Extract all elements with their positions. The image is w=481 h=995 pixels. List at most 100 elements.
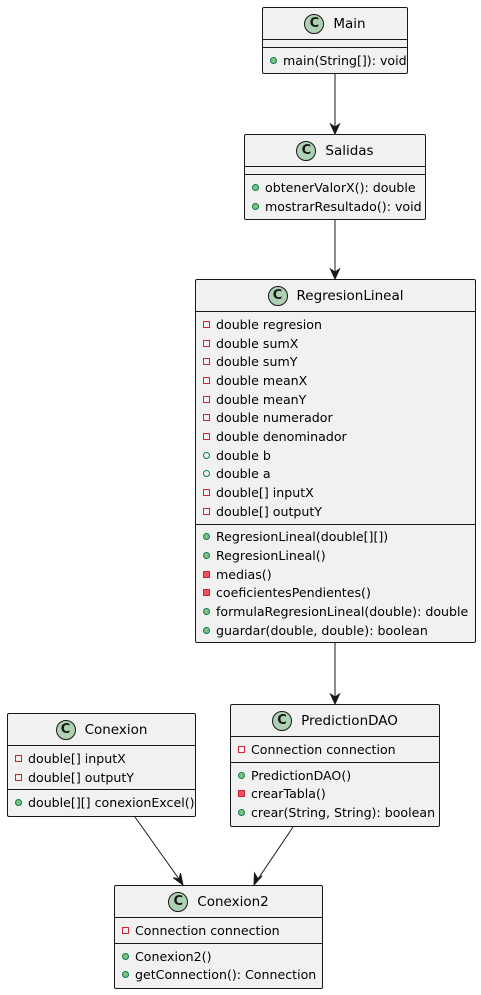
class-header: C Conexion	[8, 714, 195, 746]
private-field-icon	[203, 358, 210, 366]
attribute-text: double[] inputX	[28, 750, 126, 766]
class-regresion-lineal[interactable]: C RegresionLineal double regresion doubl…	[195, 279, 476, 643]
attribute-row: double[] outputY	[203, 502, 475, 521]
class-header: C Main	[263, 8, 407, 40]
method-row: mostrarResultado(): void	[252, 197, 425, 216]
private-method-icon	[203, 570, 210, 578]
class-name: Conexion	[84, 721, 148, 738]
public-field-icon	[203, 451, 210, 459]
attribute-text: double[] outputY	[28, 769, 134, 785]
attribute-row: Connection connection	[238, 740, 439, 759]
attribute-text: Connection connection	[135, 922, 280, 938]
class-salidas[interactable]: C Salidas obtenerValorX(): double mostra…	[244, 134, 426, 220]
attributes-section	[245, 167, 425, 175]
private-field-icon	[203, 320, 210, 328]
attribute-row: double[] inputX	[203, 483, 475, 502]
attribute-text: double sumY	[216, 354, 298, 370]
attribute-text: double meanY	[216, 391, 307, 407]
private-field-icon	[15, 773, 22, 781]
public-method-icon	[203, 608, 210, 616]
method-text: double[][] conexionExcel()	[28, 795, 195, 811]
method-text: PredictionDAO()	[251, 767, 352, 783]
attribute-text: double regresion	[216, 316, 322, 332]
method-row: obtenerValorX(): double	[252, 178, 425, 197]
method-row: guardar(double, double): boolean	[203, 621, 475, 640]
private-field-icon	[203, 432, 210, 440]
attributes-section: Connection connection	[115, 918, 322, 944]
public-method-icon	[203, 552, 210, 560]
method-text: getConnection(): Connection	[135, 967, 317, 983]
attribute-row: double sumX	[203, 334, 475, 353]
attribute-text: double[] inputX	[216, 485, 314, 501]
method-row: coeficientesPendientes()	[203, 584, 475, 603]
class-c-icon: C	[168, 891, 189, 912]
class-name: Salidas	[325, 142, 374, 159]
public-field-icon	[203, 470, 210, 478]
method-row: medias()	[203, 565, 475, 584]
private-field-icon	[122, 926, 129, 934]
private-field-icon	[203, 339, 210, 347]
methods-section: obtenerValorX(): double mostrarResultado…	[245, 175, 425, 218]
class-conexion2[interactable]: C Conexion2 Connection connection Conexi…	[114, 885, 323, 989]
method-text: main(String[]): void	[283, 52, 407, 68]
class-name: RegresionLineal	[296, 287, 404, 304]
class-name: Main	[333, 15, 366, 32]
class-c-icon: C	[296, 140, 317, 161]
arrowhead	[172, 872, 184, 887]
methods-section: main(String[]): void	[263, 48, 407, 73]
class-c-icon: C	[304, 13, 325, 34]
private-field-icon	[203, 395, 210, 403]
public-method-icon	[203, 533, 210, 541]
attributes-section: Connection connection	[231, 737, 439, 763]
private-field-icon	[203, 507, 210, 515]
private-method-icon	[238, 790, 245, 798]
class-c-icon: C	[267, 285, 288, 306]
method-text: mostrarResultado(): void	[265, 198, 422, 214]
attribute-text: double b	[216, 447, 271, 463]
attribute-text: double sumX	[216, 335, 299, 351]
class-main[interactable]: C Main main(String[]): void	[262, 7, 408, 74]
methods-section: Conexion2() getConnection(): Connection	[115, 944, 322, 987]
public-method-icon	[15, 799, 22, 807]
attribute-row: double a	[203, 465, 475, 484]
class-prediction-dao[interactable]: C PredictionDAO Connection connection Pr…	[230, 704, 440, 827]
class-c-icon: C	[272, 710, 293, 731]
relation-conexion-conexion2	[134, 816, 180, 880]
method-text: RegresionLineal(double[][])	[216, 529, 389, 545]
attribute-row: double regresion	[203, 315, 475, 334]
private-field-icon	[15, 754, 22, 762]
class-name: Conexion2	[197, 893, 269, 910]
method-text: guardar(double, double): boolean	[216, 622, 428, 638]
method-row: formulaRegresionLineal(double): double	[203, 602, 475, 621]
attribute-row: double denominador	[203, 427, 475, 446]
method-row: RegresionLineal()	[203, 546, 475, 565]
class-header: C RegresionLineal	[196, 280, 475, 312]
class-header: C Salidas	[245, 135, 425, 167]
method-row: PredictionDAO()	[238, 766, 439, 785]
methods-section: RegresionLineal(double[][]) RegresionLin…	[196, 525, 475, 643]
attributes-section	[263, 40, 407, 48]
method-row: getConnection(): Connection	[122, 965, 322, 984]
attribute-row: double[] inputX	[15, 749, 195, 768]
attribute-text: double meanX	[216, 372, 308, 388]
class-conexion[interactable]: C Conexion double[] inputX double[] outp…	[7, 713, 196, 817]
attribute-row: double meanX	[203, 371, 475, 390]
class-c-icon: C	[55, 719, 76, 740]
class-name: PredictionDAO	[301, 712, 398, 729]
public-method-icon	[122, 952, 129, 960]
method-row: crear(String, String): boolean	[238, 803, 439, 822]
class-header: C Conexion2	[115, 886, 322, 918]
method-row: main(String[]): void	[270, 51, 407, 70]
methods-section: double[][] conexionExcel()	[8, 790, 195, 815]
public-method-icon	[252, 183, 259, 191]
attribute-row: double meanY	[203, 390, 475, 409]
attribute-row: double numerador	[203, 408, 475, 427]
method-row: RegresionLineal(double[][])	[203, 528, 475, 547]
attribute-text: double a	[216, 466, 271, 482]
method-text: crearTabla()	[251, 786, 326, 802]
public-method-icon	[238, 771, 245, 779]
method-text: coeficientesPendientes()	[216, 585, 371, 601]
attribute-row: double[] outputY	[15, 768, 195, 787]
public-method-icon	[270, 56, 277, 64]
relation-prediction-conexion2	[257, 826, 294, 880]
